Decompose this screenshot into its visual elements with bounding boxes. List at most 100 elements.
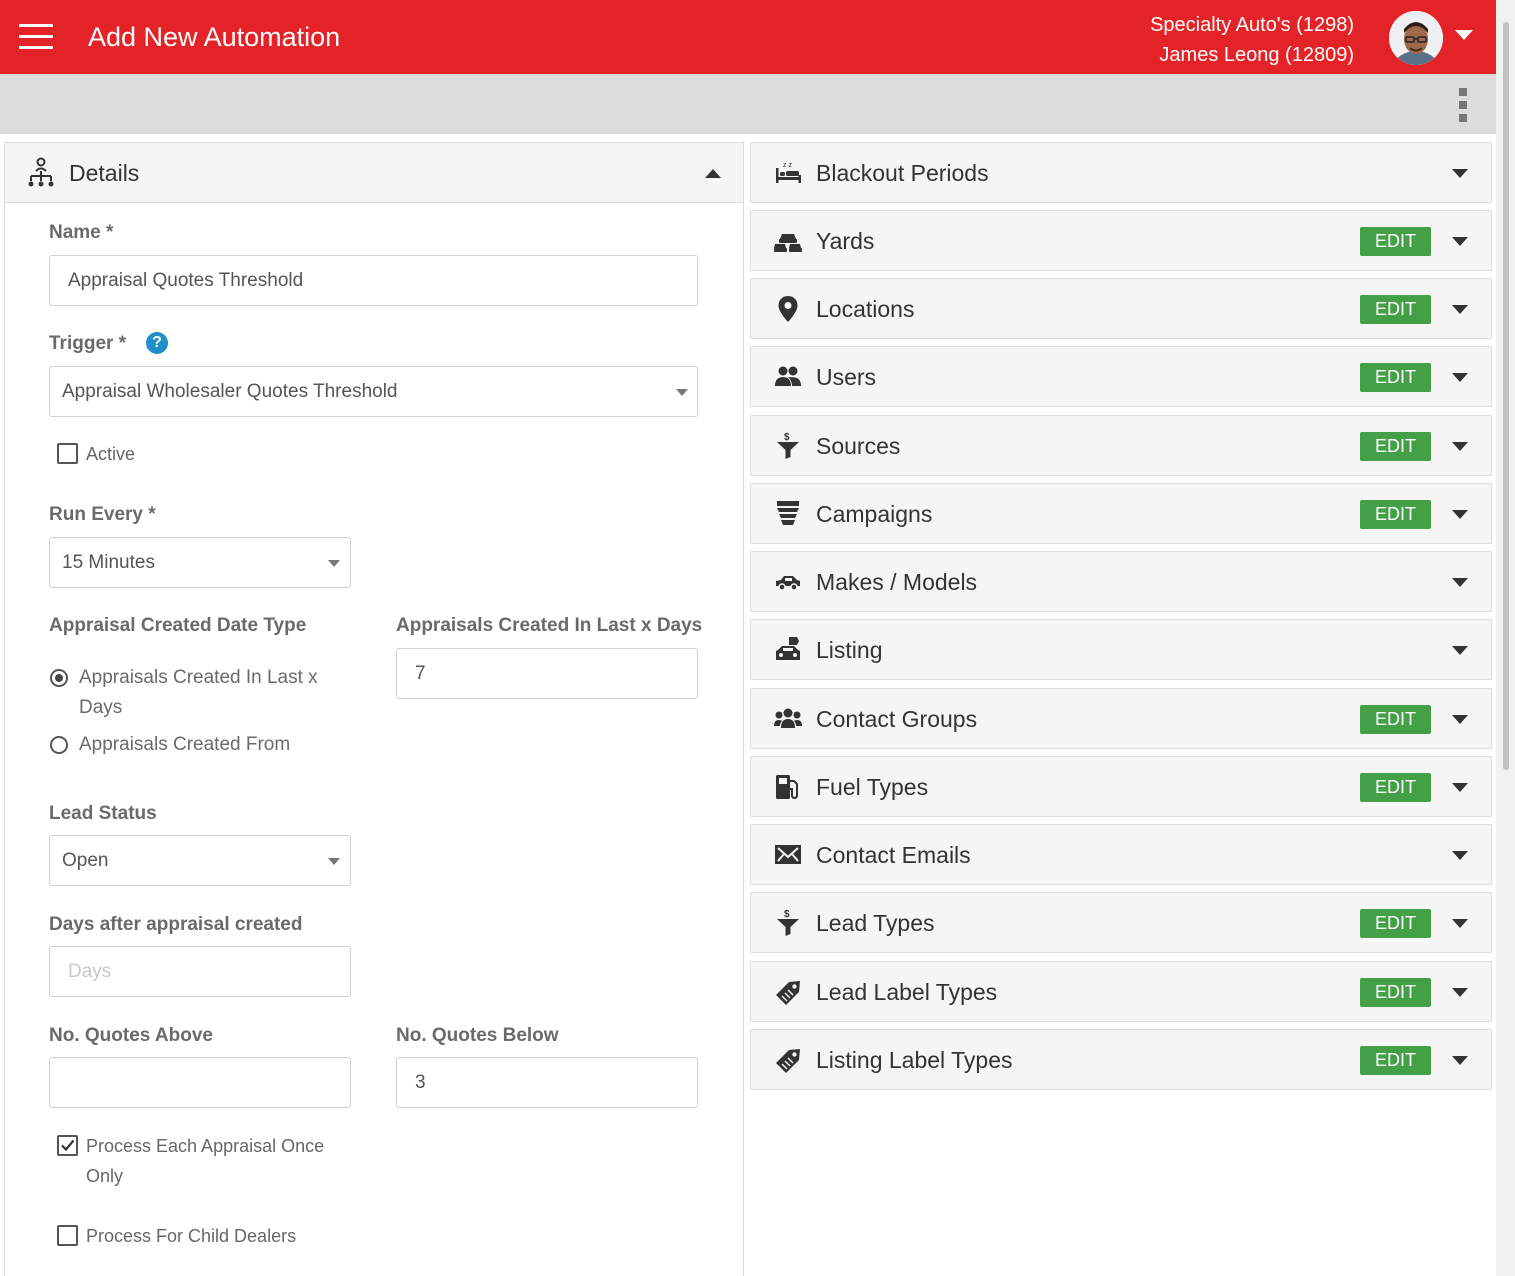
- avatar[interactable]: [1389, 11, 1443, 65]
- date-type-label: Appraisal Created Date Type: [49, 615, 307, 636]
- section-title: Listing Label Types: [816, 1047, 1013, 1073]
- users-icon: [773, 362, 803, 392]
- process-once-checkbox[interactable]: [57, 1135, 78, 1156]
- section-listing-label-types[interactable]: Listing Label Types EDIT: [750, 1029, 1492, 1090]
- trigger-label: Trigger *: [49, 333, 127, 354]
- expand-caret-icon[interactable]: [1452, 988, 1468, 997]
- dropdown-arrow-icon: [328, 858, 340, 865]
- expand-caret-icon[interactable]: [1452, 783, 1468, 792]
- lead-status-value: Open: [62, 850, 109, 871]
- section-makes-models[interactable]: Makes / Models: [750, 551, 1492, 612]
- last-x-days-label: Appraisals Created In Last x Days: [396, 615, 703, 636]
- section-yards[interactable]: Yards EDIT: [750, 210, 1492, 271]
- child-dealers-label: Process For Child Dealers: [86, 1226, 297, 1246]
- user-menu-caret-icon[interactable]: [1455, 30, 1473, 40]
- days-after-label: Days after appraisal created: [49, 914, 303, 935]
- expand-caret-icon[interactable]: [1452, 442, 1468, 451]
- expand-caret-icon[interactable]: [1452, 578, 1468, 587]
- details-header[interactable]: Details: [5, 143, 743, 203]
- edit-contact-groups-button[interactable]: EDIT: [1360, 705, 1431, 734]
- more-options-icon[interactable]: [1458, 88, 1468, 122]
- last-x-days-input[interactable]: [396, 648, 698, 699]
- expand-caret-icon[interactable]: [1452, 373, 1468, 382]
- lead-status-select[interactable]: Open: [49, 835, 351, 886]
- section-locations[interactable]: Locations EDIT: [750, 278, 1492, 339]
- edit-sources-button[interactable]: EDIT: [1360, 432, 1431, 461]
- page-title: Add New Automation: [88, 22, 341, 52]
- layers-icon: [773, 499, 803, 529]
- funnel-dollar-icon: $: [773, 908, 803, 938]
- section-lead-label-types[interactable]: Lead Label Types EDIT: [750, 961, 1492, 1022]
- svg-text:$: $: [784, 432, 790, 443]
- section-title: Yards: [816, 228, 875, 254]
- section-title: Lead Types: [816, 910, 935, 936]
- run-every-label: Run Every *: [49, 504, 156, 525]
- edit-campaigns-button[interactable]: EDIT: [1360, 500, 1431, 529]
- expand-caret-icon[interactable]: [1452, 169, 1468, 178]
- edit-lead-types-button[interactable]: EDIT: [1360, 909, 1431, 938]
- edit-locations-button[interactable]: EDIT: [1360, 295, 1431, 324]
- user-info: Specialty Auto's (1298) James Leong (128…: [1150, 10, 1354, 70]
- active-checkbox[interactable]: [57, 443, 78, 464]
- help-icon[interactable]: ?: [146, 332, 168, 354]
- tag-icon: [773, 1045, 803, 1075]
- check-icon: [61, 1139, 75, 1152]
- edit-yards-button[interactable]: EDIT: [1360, 227, 1431, 256]
- section-title: Contact Groups: [816, 706, 978, 732]
- section-contact-emails[interactable]: Contact Emails: [750, 824, 1492, 885]
- quotes-below-input[interactable]: [396, 1057, 698, 1108]
- run-every-select[interactable]: 15 Minutes: [49, 537, 351, 588]
- quotes-above-label: No. Quotes Above: [49, 1025, 213, 1046]
- expand-caret-icon[interactable]: [1452, 510, 1468, 519]
- name-input[interactable]: [49, 255, 698, 306]
- days-after-input[interactable]: [49, 946, 351, 997]
- edit-listing-label-types-button[interactable]: EDIT: [1360, 1046, 1431, 1075]
- expand-caret-icon[interactable]: [1452, 237, 1468, 246]
- section-title: Lead Label Types: [816, 979, 998, 1005]
- collapse-caret-icon[interactable]: [705, 169, 721, 178]
- section-title: Locations: [816, 296, 915, 322]
- radio-last-x-days-label: Appraisals Created In Last x Days: [79, 667, 318, 718]
- expand-caret-icon[interactable]: [1452, 646, 1468, 655]
- section-title: Contact Emails: [816, 842, 971, 868]
- section-contact-groups[interactable]: Contact Groups EDIT: [750, 688, 1492, 749]
- quotes-above-input[interactable]: [49, 1057, 351, 1108]
- section-listing[interactable]: Listing: [750, 619, 1492, 680]
- scrollbar-thumb[interactable]: [1503, 22, 1509, 770]
- section-title: Makes / Models: [816, 569, 978, 595]
- toolbar: [0, 74, 1496, 134]
- section-fuel-types[interactable]: Fuel Types EDIT: [750, 756, 1492, 817]
- section-users[interactable]: Users EDIT: [750, 346, 1492, 407]
- edit-users-button[interactable]: EDIT: [1360, 363, 1431, 392]
- child-dealers-checkbox[interactable]: [57, 1225, 78, 1246]
- edit-fuel-types-button[interactable]: EDIT: [1360, 773, 1431, 802]
- edit-lead-label-types-button[interactable]: EDIT: [1360, 978, 1431, 1007]
- run-every-value: 15 Minutes: [62, 552, 155, 573]
- fuel-pump-icon: [773, 772, 803, 802]
- dealer-name: Specialty Auto's (1298): [1150, 14, 1354, 36]
- expand-caret-icon[interactable]: [1452, 715, 1468, 724]
- radio-created-from[interactable]: [50, 736, 68, 754]
- expand-caret-icon[interactable]: [1452, 851, 1468, 860]
- trigger-select[interactable]: Appraisal Wholesaler Quotes Threshold: [49, 366, 698, 417]
- top-bar: Add New Automation Specialty Auto's (129…: [0, 0, 1496, 74]
- section-blackout-periods[interactable]: z z Blackout Periods: [750, 142, 1492, 203]
- expand-caret-icon[interactable]: [1452, 919, 1468, 928]
- section-title: Listing: [816, 637, 883, 663]
- section-title: Sources: [816, 433, 901, 459]
- car-tag-icon: [773, 635, 803, 665]
- radio-last-x-days[interactable]: [50, 669, 68, 687]
- menu-icon[interactable]: [19, 24, 53, 50]
- section-sources[interactable]: $ Sources EDIT: [750, 415, 1492, 476]
- section-campaigns[interactable]: Campaigns EDIT: [750, 483, 1492, 544]
- car-side-icon: [773, 567, 803, 597]
- expand-caret-icon[interactable]: [1452, 1056, 1468, 1065]
- quotes-below-label: No. Quotes Below: [396, 1025, 559, 1046]
- section-lead-types[interactable]: $ Lead Types EDIT: [750, 892, 1492, 953]
- svg-text:$: $: [784, 909, 790, 920]
- section-title: Blackout Periods: [816, 160, 989, 186]
- details-panel: Details Name * Trigger * ? Appraisal Who…: [4, 142, 744, 1276]
- svg-text:z z: z z: [783, 162, 792, 169]
- map-pin-icon: [773, 294, 803, 324]
- expand-caret-icon[interactable]: [1452, 305, 1468, 314]
